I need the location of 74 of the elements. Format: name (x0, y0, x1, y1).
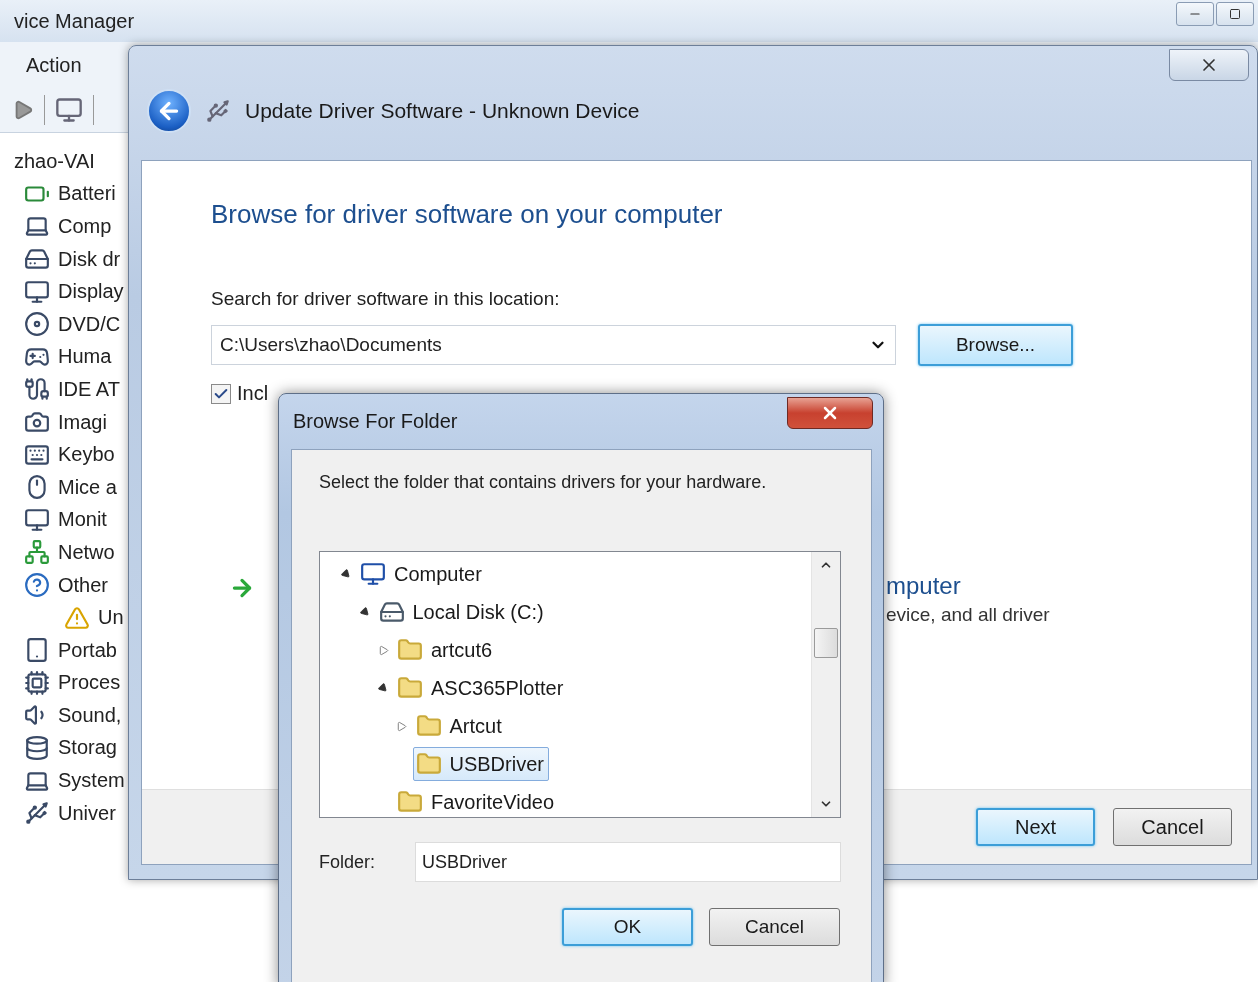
hard-drive-icon (378, 599, 405, 625)
scrollbar[interactable] (811, 552, 840, 817)
usb-icon (24, 800, 50, 827)
chip-icon (24, 669, 50, 696)
device-category[interactable]: Mice a (58, 475, 117, 499)
device-category[interactable]: Proces (58, 671, 121, 695)
option-description: evice, and all driver (886, 603, 1050, 627)
device-category[interactable]: Imagi (58, 410, 107, 434)
device-category[interactable]: Batteri (58, 182, 116, 206)
instruction-text: Select the folder that contains drivers for your hardware. (319, 472, 768, 493)
folder-item[interactable]: USBDriver (412, 747, 549, 781)
field-label: Search for driver software in this location: (211, 288, 561, 310)
device-category[interactable]: Portab (58, 638, 117, 662)
wizard-button[interactable]: Cancel (1113, 808, 1232, 846)
device-category[interactable]: Sound, (58, 703, 122, 727)
folder-item[interactable]: Computer (357, 557, 487, 591)
folder-input-field[interactable]: USBDriver (415, 842, 841, 882)
folder-item[interactable]: FavoriteVideo (394, 785, 560, 817)
device-category[interactable]: System (58, 769, 125, 793)
tablet-icon (24, 637, 50, 664)
folder-item[interactable]: artcut6 (394, 633, 498, 667)
location-combo-box[interactable]: C:\Users\zhao\Documents (211, 325, 896, 365)
wizard-button[interactable]: Next (976, 808, 1095, 846)
folder-item[interactable]: Local Disk (C:) (375, 595, 549, 629)
checkbox-label: Incl (237, 382, 269, 405)
browse-button[interactable]: Browse... (918, 324, 1073, 366)
network-icon (24, 539, 50, 566)
computer-name[interactable]: zhao-VAI (14, 149, 95, 173)
database-icon (24, 735, 50, 761)
folder-icon (415, 713, 442, 739)
monitor-icon (24, 506, 50, 533)
computer-icon (360, 561, 386, 587)
device-category[interactable]: Keybo (58, 443, 115, 467)
warning-icon (64, 604, 90, 631)
device-category[interactable]: Univer (58, 801, 116, 825)
wizard-title: Update Driver Software - Unknown Device (245, 99, 640, 123)
device-category[interactable]: IDE AT (58, 377, 120, 401)
folder-item[interactable]: ASC365Plotter (394, 671, 569, 705)
disc-icon (24, 311, 50, 338)
folder-icon (397, 675, 423, 701)
folder-icon (397, 789, 423, 815)
menu-item[interactable]: Action (26, 53, 82, 77)
dialog-button[interactable]: OK (562, 908, 693, 946)
folder-icon (397, 637, 423, 663)
device-category[interactable]: Monit (58, 508, 107, 532)
scrollbar-thumb[interactable] (814, 628, 838, 658)
device-category[interactable]: Comp (58, 215, 112, 238)
collapsed-arrow-icon[interactable] (377, 644, 389, 656)
toolbar-window-icon[interactable] (55, 96, 83, 124)
maximize-button[interactable] (1216, 2, 1254, 26)
collapsed-arrow-icon[interactable] (396, 720, 407, 732)
cable-icon (24, 376, 50, 403)
dialog-button[interactable]: Cancel (709, 908, 840, 946)
device-category[interactable]: Disk dr (58, 247, 121, 271)
back-button[interactable] (147, 89, 191, 133)
monitor-icon (24, 278, 50, 305)
device-category[interactable]: Display (58, 280, 124, 304)
folder-item[interactable]: Artcut (412, 709, 507, 743)
maximize-icon[interactable] (1229, 8, 1241, 20)
page-heading: Browse for driver software on your computer (211, 199, 724, 230)
close-button[interactable] (787, 397, 873, 429)
dialog-title: Browse For Folder (293, 410, 458, 433)
folder-icon (415, 751, 442, 777)
device-category[interactable]: Netwo (58, 540, 115, 564)
device-category[interactable]: Storag (58, 736, 117, 760)
window-title: vice Manager (14, 9, 135, 33)
device-category[interactable]: Un (98, 606, 124, 630)
device-category[interactable]: Huma (58, 345, 112, 369)
question-icon (24, 572, 50, 598)
option-title[interactable]: mputer (886, 571, 961, 601)
device-category[interactable]: Other (58, 573, 109, 597)
device-category[interactable]: DVD/C (58, 312, 121, 336)
field-label: Folder: (319, 851, 377, 873)
usb-device-icon (205, 98, 231, 124)
